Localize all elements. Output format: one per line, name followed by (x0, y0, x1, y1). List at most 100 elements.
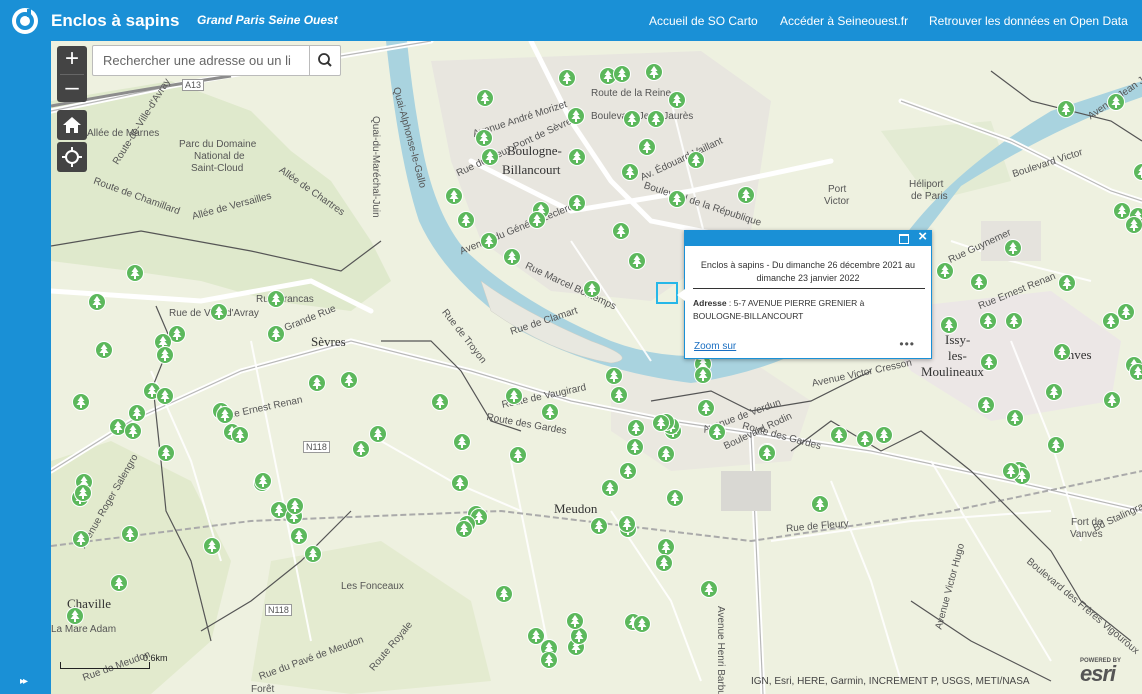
tree-enclosure-marker[interactable] (1004, 239, 1022, 257)
tree-enclosure-marker[interactable] (121, 525, 139, 543)
tree-enclosure-marker[interactable] (875, 426, 893, 444)
tree-enclosure-marker[interactable] (231, 426, 249, 444)
tree-enclosure-marker[interactable] (308, 374, 326, 392)
tree-enclosure-marker[interactable] (475, 129, 493, 147)
maximize-icon[interactable] (899, 234, 909, 244)
tree-enclosure-marker[interactable] (697, 399, 715, 417)
tree-enclosure-marker[interactable] (811, 495, 829, 513)
tree-enclosure-marker[interactable] (128, 404, 146, 422)
tree-enclosure-marker[interactable] (708, 423, 726, 441)
tree-enclosure-marker[interactable] (568, 194, 586, 212)
tree-enclosure-marker[interactable] (528, 211, 546, 229)
tree-enclosure-marker[interactable] (970, 273, 988, 291)
tree-enclosure-marker[interactable] (737, 186, 755, 204)
tree-enclosure-marker[interactable] (979, 312, 997, 330)
tree-enclosure-marker[interactable] (1103, 391, 1121, 409)
tree-enclosure-marker[interactable] (1058, 274, 1076, 292)
tree-enclosure-marker[interactable] (505, 387, 523, 405)
tree-enclosure-marker[interactable] (613, 65, 631, 83)
tree-enclosure-marker[interactable] (455, 520, 473, 538)
search-input[interactable] (93, 46, 311, 75)
tree-enclosure-marker[interactable] (623, 110, 641, 128)
tree-enclosure-marker[interactable] (612, 222, 630, 240)
tree-enclosure-marker[interactable] (621, 163, 639, 181)
expand-panel-icon[interactable]: ▸▸ (20, 676, 28, 687)
tree-enclosure-marker[interactable] (567, 107, 585, 125)
zoom-out-button[interactable]: – (57, 75, 87, 103)
tree-enclosure-marker[interactable] (476, 89, 494, 107)
tree-enclosure-marker[interactable] (126, 264, 144, 282)
tree-enclosure-marker[interactable] (210, 303, 228, 321)
tree-enclosure-marker[interactable] (1129, 363, 1142, 381)
tree-enclosure-marker[interactable] (72, 393, 90, 411)
tree-enclosure-marker[interactable] (453, 433, 471, 451)
locate-button[interactable] (57, 142, 87, 172)
more-actions-icon[interactable]: ••• (899, 337, 915, 351)
tree-enclosure-marker[interactable] (267, 290, 285, 308)
tree-enclosure-marker[interactable] (645, 63, 663, 81)
map-view[interactable]: Boulogne- Billancourt Sèvres Meudon Issy… (51, 41, 1142, 694)
tree-enclosure-marker[interactable] (124, 422, 142, 440)
tree-enclosure-marker[interactable] (1053, 343, 1071, 361)
nav-link-seineouest[interactable]: Accéder à Seineouest.fr (780, 14, 908, 28)
tree-enclosure-marker[interactable] (601, 479, 619, 497)
tree-enclosure-marker[interactable] (203, 537, 221, 555)
tree-enclosure-marker[interactable] (936, 262, 954, 280)
tree-enclosure-marker[interactable] (657, 445, 675, 463)
tree-enclosure-marker[interactable] (626, 438, 644, 456)
tree-enclosure-marker[interactable] (830, 426, 848, 444)
tree-enclosure-marker[interactable] (1006, 409, 1024, 427)
zoom-in-button[interactable]: + (57, 46, 87, 74)
tree-enclosure-marker[interactable] (558, 69, 576, 87)
tree-enclosure-marker[interactable] (568, 148, 586, 166)
tree-enclosure-marker[interactable] (1045, 383, 1063, 401)
tree-enclosure-marker[interactable] (1047, 436, 1065, 454)
tree-enclosure-marker[interactable] (1107, 93, 1125, 111)
tree-enclosure-marker[interactable] (1133, 163, 1142, 181)
tree-enclosure-marker[interactable] (72, 530, 90, 548)
tree-enclosure-marker[interactable] (977, 396, 995, 414)
tree-enclosure-marker[interactable] (156, 346, 174, 364)
tree-enclosure-marker[interactable] (431, 393, 449, 411)
tree-enclosure-marker[interactable] (668, 190, 686, 208)
nav-link-open-data[interactable]: Retrouver les données en Open Data (929, 14, 1128, 28)
tree-enclosure-marker[interactable] (445, 187, 463, 205)
home-button[interactable] (57, 110, 87, 140)
tree-enclosure-marker[interactable] (451, 474, 469, 492)
tree-enclosure-marker[interactable] (666, 489, 684, 507)
tree-enclosure-marker[interactable] (66, 607, 84, 625)
tree-enclosure-marker[interactable] (267, 325, 285, 343)
tree-enclosure-marker[interactable] (290, 527, 308, 545)
nav-link-so-carto[interactable]: Accueil de SO Carto (649, 14, 758, 28)
tree-enclosure-marker[interactable] (457, 211, 475, 229)
close-icon[interactable]: × (918, 229, 927, 245)
tree-enclosure-marker[interactable] (758, 444, 776, 462)
search-button[interactable] (309, 46, 340, 75)
tree-enclosure-marker[interactable] (694, 366, 712, 384)
tree-enclosure-marker[interactable] (352, 440, 370, 458)
tree-enclosure-marker[interactable] (509, 446, 527, 464)
tree-enclosure-marker[interactable] (687, 151, 705, 169)
tree-enclosure-marker[interactable] (647, 110, 665, 128)
tree-enclosure-marker[interactable] (633, 615, 651, 633)
tree-enclosure-marker[interactable] (254, 472, 272, 490)
tree-enclosure-marker[interactable] (88, 293, 106, 311)
tree-enclosure-marker[interactable] (286, 497, 304, 515)
tree-enclosure-marker[interactable] (1102, 312, 1120, 330)
tree-enclosure-marker[interactable] (481, 148, 499, 166)
tree-enclosure-marker[interactable] (583, 280, 601, 298)
tree-enclosure-marker[interactable] (369, 425, 387, 443)
tree-enclosure-marker[interactable] (1005, 312, 1023, 330)
tree-enclosure-marker[interactable] (856, 430, 874, 448)
tree-enclosure-marker[interactable] (605, 367, 623, 385)
tree-enclosure-marker[interactable] (304, 545, 322, 563)
tree-enclosure-marker[interactable] (652, 414, 670, 432)
tree-enclosure-marker[interactable] (156, 387, 174, 405)
tree-enclosure-marker[interactable] (1002, 462, 1020, 480)
tree-enclosure-marker[interactable] (668, 91, 686, 109)
tree-enclosure-marker[interactable] (628, 252, 646, 270)
tree-enclosure-marker[interactable] (610, 386, 628, 404)
tree-enclosure-marker[interactable] (980, 353, 998, 371)
tree-enclosure-marker[interactable] (940, 316, 958, 334)
tree-enclosure-marker[interactable] (1125, 216, 1142, 234)
